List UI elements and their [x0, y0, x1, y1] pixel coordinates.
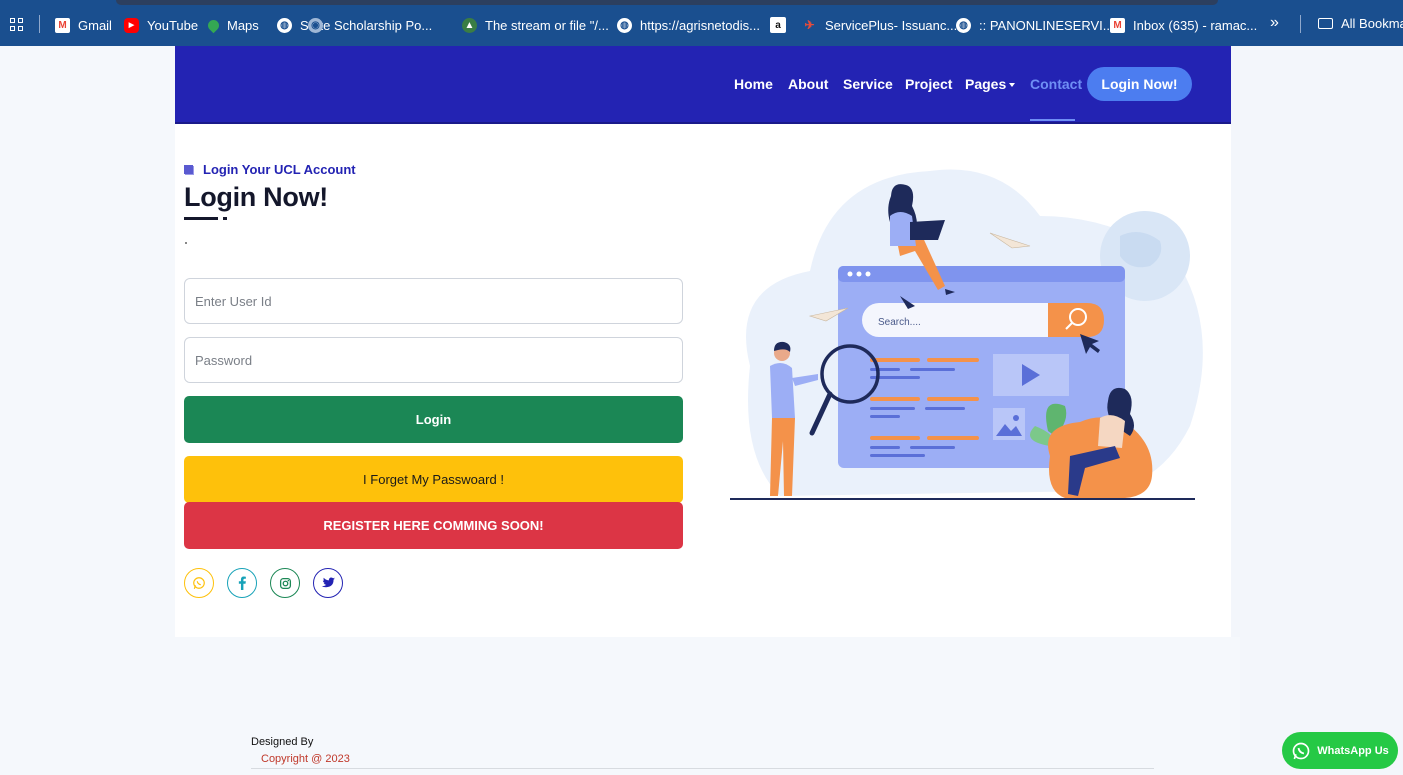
facebook-icon [238, 576, 246, 590]
instagram-icon [279, 577, 291, 589]
instagram-social-link[interactable] [270, 568, 300, 598]
title-underline-dot [223, 217, 227, 220]
illustration-search-text: Search.... [878, 317, 921, 328]
page-title: Login Now! [184, 182, 328, 212]
whatsapp-icon [193, 577, 205, 590]
window-top-strip [116, 0, 1218, 5]
title-underline [184, 217, 218, 220]
navbar: Home About Service Project Pages Contact… [175, 46, 1231, 124]
bookmarks-separator [1300, 15, 1301, 33]
user-id-input[interactable] [184, 278, 683, 324]
whatsapp-icon [1292, 742, 1310, 759]
login-now-button[interactable]: Login Now! [1087, 67, 1192, 101]
gmail-icon: M [1110, 17, 1125, 33]
footer: Designed By Copyright @ 2023 [165, 637, 1240, 775]
search-illustration: Search.... [730, 169, 1203, 500]
reading-woman-shirt [1098, 415, 1125, 448]
bookmark-maps[interactable]: Maps [205, 16, 259, 34]
nav-about[interactable]: About [788, 76, 828, 92]
site-icon: ▲ [462, 17, 477, 33]
bookmarks-bar: M Gmail ▶ YouTube Maps ◍ State Scholarsh… [0, 0, 1403, 46]
forgot-password-button[interactable]: I Forget My Passwoard ! [184, 456, 683, 503]
login-subtitle: Login Your UCL Account [184, 162, 356, 177]
scholarship-icon: ◉ [308, 17, 323, 33]
copyright-text: Copyright @ 2023 [261, 753, 350, 765]
youtube-icon: ▶ [124, 17, 139, 33]
bookmark-serviceplus[interactable]: ✈ ServicePlus- Issuanc... [802, 16, 957, 34]
more-bookmarks-icon[interactable]: » [1270, 14, 1279, 32]
caret-down-icon [1009, 83, 1016, 88]
window-dot [856, 271, 862, 277]
bookmark-globe[interactable]: ◍ State Scholarship Po... [277, 16, 432, 34]
globe-icon: ◍ [617, 17, 632, 33]
bookmark-panonline[interactable]: ◍ :: PANONLINESERVI... [956, 16, 1114, 34]
nav-pages-label: Pages [965, 76, 1007, 92]
password-input[interactable] [184, 337, 683, 383]
globe-icon: ◍ [277, 17, 292, 33]
serviceplus-icon: ✈ [804, 18, 815, 32]
man-shirt [770, 362, 795, 418]
footer-divider [251, 768, 1154, 769]
bookmark-state-scholarship[interactable]: ◉ State Scholarship Po... State Scholars… [308, 16, 331, 34]
page-background [0, 46, 175, 775]
nav-pages[interactable]: Pages [965, 76, 1016, 92]
bookmarks-separator [39, 15, 40, 33]
active-nav-underline [1030, 119, 1075, 121]
gmail-icon: M [55, 17, 70, 33]
twitter-icon [321, 577, 335, 588]
window-dot [847, 271, 853, 277]
all-bookmarks[interactable]: All Bookmar [1318, 16, 1403, 31]
site-container: Home About Service Project Pages Contact… [175, 46, 1231, 637]
register-button[interactable]: REGISTER HERE COMMING SOON! [184, 502, 683, 549]
illustration-search-button [1048, 303, 1104, 337]
folder-icon [1318, 18, 1333, 29]
maps-icon [205, 17, 222, 33]
amazon-icon: a [770, 17, 786, 33]
bookmark-gmail[interactable]: M Gmail [55, 16, 112, 34]
browser-titlebar [838, 266, 1125, 282]
twitter-social-link[interactable] [313, 568, 343, 598]
globe-icon: ◍ [956, 17, 971, 33]
nav-home[interactable]: Home [734, 76, 773, 92]
window-dot [865, 271, 871, 277]
whatsapp-social-link[interactable] [184, 568, 214, 598]
nav-project[interactable]: Project [905, 76, 952, 92]
whatsapp-us-label: WhatsApp Us [1317, 744, 1389, 757]
login-subtitle-text: Login Your UCL Account [203, 162, 356, 177]
facebook-social-link[interactable] [227, 568, 257, 598]
apps-grid-icon[interactable] [10, 18, 24, 32]
bookmark-agrisnet[interactable]: ◍ https://agrisnetodis... [617, 16, 760, 34]
nav-service[interactable]: Service [843, 76, 893, 92]
bookmark-stream-file[interactable]: ▲ The stream or file "/... [462, 16, 609, 34]
login-button[interactable]: Login [184, 396, 683, 443]
designed-by-text: Designed By [251, 736, 314, 748]
bookmark-amazon[interactable]: a [770, 16, 794, 34]
square-icon [184, 165, 193, 174]
nav-contact[interactable]: Contact [1030, 76, 1082, 92]
whatsapp-us-button[interactable]: WhatsApp Us [1282, 732, 1398, 769]
bookmark-inbox[interactable]: M Inbox (635) - ramac... [1110, 16, 1257, 34]
bookmark-youtube[interactable]: ▶ YouTube [124, 16, 198, 34]
stray-dot [185, 242, 187, 244]
